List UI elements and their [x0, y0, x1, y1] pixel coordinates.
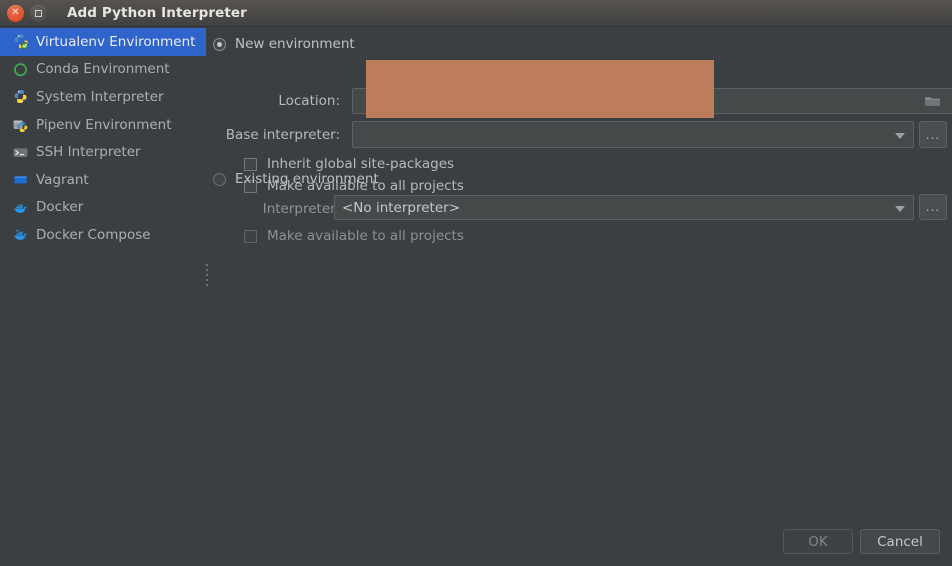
terminal-icon	[12, 144, 29, 161]
checkbox-inherit-label: Inherit global site-packages	[267, 156, 455, 172]
add-python-interpreter-dialog: ✕ Add Python Interpreter Virtualenv Envi…	[0, 0, 952, 566]
occlusion-overlay	[366, 60, 714, 118]
sidebar-item-pipenv-environment[interactable]: Pipenv Environment	[0, 111, 206, 139]
radio-existing-environment[interactable]: Existing environment	[213, 171, 379, 187]
python-virtualenv-icon	[12, 33, 29, 50]
maximize-icon	[35, 9, 42, 17]
interpreter-label: Interpreter:	[262, 201, 340, 217]
docker-icon	[12, 199, 29, 216]
sidebar-item-vagrant[interactable]: Vagrant	[0, 166, 206, 194]
sidebar-item-label: Vagrant	[36, 171, 89, 188]
sidebar-item-conda-environment[interactable]: Conda Environment	[0, 56, 206, 84]
sidebar-item-label: Conda Environment	[36, 61, 170, 78]
interpreter-more-button[interactable]: ...	[919, 194, 947, 220]
base-interpreter-more-label: ...	[925, 127, 941, 142]
vagrant-icon	[12, 171, 29, 188]
ok-button[interactable]: OK	[783, 529, 853, 554]
sidebar-item-system-interpreter[interactable]: System Interpreter	[0, 83, 206, 111]
interpreter-dropdown[interactable]: <No interpreter>	[334, 195, 914, 220]
sidebar-item-label: SSH Interpreter	[36, 144, 141, 161]
sidebar-item-docker[interactable]: Docker	[0, 194, 206, 222]
location-browse-button[interactable]	[912, 88, 952, 114]
interpreter-value: <No interpreter>	[342, 199, 461, 216]
checkbox-make-available-existing-label: Make available to all projects	[267, 228, 464, 244]
cancel-button-label: Cancel	[877, 533, 923, 550]
sidebar-item-virtualenv-environment[interactable]: Virtualenv Environment	[0, 28, 206, 56]
python-icon	[12, 88, 29, 105]
radio-existing-environment-label: Existing environment	[235, 171, 379, 187]
radio-new-environment-indicator	[213, 37, 226, 51]
base-interpreter-more-button[interactable]: ...	[919, 121, 947, 148]
chevron-down-icon	[895, 132, 905, 139]
sidebar-item-label: Docker	[36, 199, 84, 216]
maximize-window-button[interactable]	[30, 4, 47, 22]
chevron-down-icon	[895, 205, 905, 212]
base-interpreter-dropdown[interactable]	[352, 121, 914, 148]
checkbox-make-available-existing-indicator	[244, 229, 257, 243]
checkbox-make-available-existing[interactable]: Make available to all projects	[244, 228, 464, 244]
folder-icon	[924, 97, 940, 106]
window-title: Add Python Interpreter	[67, 5, 247, 21]
interpreter-more-label: ...	[925, 200, 941, 214]
sidebar-item-label: Virtualenv Environment	[36, 33, 196, 50]
radio-new-environment[interactable]: New environment	[213, 36, 355, 52]
location-label: Location:	[278, 93, 340, 109]
cancel-button[interactable]: Cancel	[860, 529, 940, 554]
checkbox-inherit-global-site-packages[interactable]: Inherit global site-packages	[244, 156, 454, 172]
sidebar-item-label: System Interpreter	[36, 88, 164, 105]
title-bar: ✕ Add Python Interpreter	[0, 0, 952, 27]
base-interpreter-label: Base interpreter:	[225, 127, 340, 143]
ok-button-label: OK	[808, 533, 828, 550]
close-icon: ✕	[11, 7, 20, 18]
sidebar-item-ssh-interpreter[interactable]: SSH Interpreter	[0, 138, 206, 166]
pipenv-icon	[12, 116, 29, 133]
sidebar-item-docker-compose[interactable]: Docker Compose	[0, 221, 206, 249]
sidebar-item-label: Pipenv Environment	[36, 116, 172, 133]
radio-new-environment-label: New environment	[235, 36, 355, 52]
docker-compose-icon	[12, 226, 29, 243]
radio-existing-environment-indicator	[213, 172, 226, 186]
close-window-button[interactable]: ✕	[7, 4, 24, 22]
conda-icon	[12, 61, 29, 78]
sidebar-item-label: Docker Compose	[36, 226, 151, 243]
checkbox-inherit-indicator	[244, 157, 257, 171]
interpreter-type-sidebar: Virtualenv Environment Conda Environment…	[0, 28, 206, 566]
